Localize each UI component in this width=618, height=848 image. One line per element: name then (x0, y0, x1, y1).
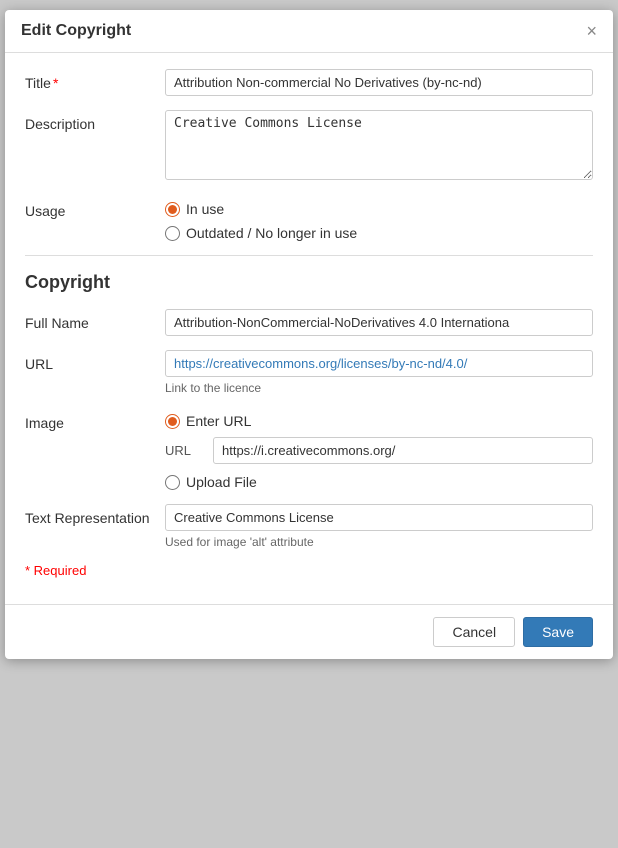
usage-row: Usage In use Outdated / No longer in use (25, 197, 593, 241)
image-url-sublabel: URL (165, 443, 205, 458)
image-option-upload-file[interactable]: Upload File (165, 474, 593, 490)
cancel-button[interactable]: Cancel (433, 617, 515, 647)
url-hint: Link to the licence (165, 381, 593, 395)
fullname-row: Full Name (25, 309, 593, 336)
url-row: URL Link to the licence (25, 350, 593, 395)
usage-options: In use Outdated / No longer in use (165, 197, 593, 241)
modal-title: Edit Copyright (21, 22, 131, 40)
modal-body: Title* Description Creative Commons Lice… (5, 53, 613, 594)
text-rep-label: Text Representation (25, 504, 165, 526)
text-rep-row: Text Representation Used for image 'alt'… (25, 504, 593, 549)
description-field-wrapper: Creative Commons License (165, 110, 593, 183)
usage-label: Usage (25, 197, 165, 219)
title-field-wrapper (165, 69, 593, 96)
usage-option-outdated[interactable]: Outdated / No longer in use (165, 225, 593, 241)
image-url-input[interactable] (213, 437, 593, 464)
image-radio-enter-url[interactable] (165, 414, 180, 429)
section-divider (25, 255, 593, 256)
image-option-enter-url[interactable]: Enter URL (165, 413, 593, 429)
required-note: * Required (25, 563, 593, 578)
usage-outdated-label: Outdated / No longer in use (186, 225, 357, 241)
usage-option-in-use[interactable]: In use (165, 201, 593, 217)
fullname-label: Full Name (25, 309, 165, 331)
description-label: Description (25, 110, 165, 132)
text-rep-hint: Used for image 'alt' attribute (165, 535, 593, 549)
text-rep-field-wrapper: Used for image 'alt' attribute (165, 504, 593, 549)
description-row: Description Creative Commons License (25, 110, 593, 183)
image-url-sub-row: URL (165, 437, 593, 464)
close-button[interactable]: × (586, 22, 597, 40)
modal-footer: Cancel Save (5, 604, 613, 659)
modal-header: Edit Copyright × (5, 10, 613, 53)
usage-in-use-label: In use (186, 201, 224, 217)
required-star-note: * (25, 563, 34, 578)
usage-radio-outdated[interactable] (165, 226, 180, 241)
copyright-section-title: Copyright (25, 272, 593, 293)
url-input[interactable] (165, 350, 593, 377)
title-row: Title* (25, 69, 593, 96)
description-input[interactable]: Creative Commons License (165, 110, 593, 180)
title-label: Title* (25, 69, 165, 91)
image-upload-file-label: Upload File (186, 474, 257, 490)
image-enter-url-label: Enter URL (186, 413, 251, 429)
save-button[interactable]: Save (523, 617, 593, 647)
image-radio-upload-file[interactable] (165, 475, 180, 490)
required-star: * (53, 75, 58, 91)
image-control: Enter URL URL Upload File (165, 409, 593, 490)
url-field-wrapper: Link to the licence (165, 350, 593, 395)
fullname-input[interactable] (165, 309, 593, 336)
url-label: URL (25, 350, 165, 372)
text-rep-input[interactable] (165, 504, 593, 531)
edit-copyright-modal: Edit Copyright × Title* Description Crea… (5, 10, 613, 659)
image-label: Image (25, 409, 165, 431)
image-row: Image Enter URL URL Upload F (25, 409, 593, 490)
usage-radio-in-use[interactable] (165, 202, 180, 217)
title-input[interactable] (165, 69, 593, 96)
fullname-field-wrapper (165, 309, 593, 336)
